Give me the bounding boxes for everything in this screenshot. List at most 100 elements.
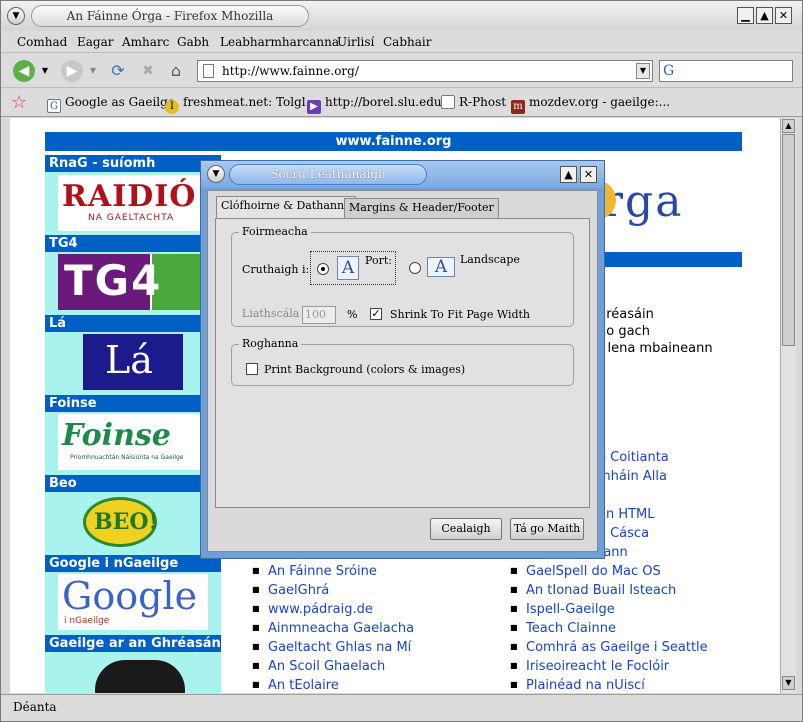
dialog-maximize-button[interactable]: ▲ [560,166,577,183]
tab-margins-header-footer[interactable]: Margins & Header/Footer [344,198,499,218]
scale-input[interactable]: 100 [302,306,336,324]
shrink-label: Shrink To Fit Page Width [390,308,531,321]
window-title: An Fáinne Órga - Firefox Mhozilla [31,5,309,27]
status-text: Déanta [13,700,57,714]
menu-amharc[interactable]: Amharc [122,35,169,49]
minimize-button[interactable]: ▁ [737,7,754,24]
dialog-close-button[interactable]: ✕ [580,166,597,183]
tab-fonts-colors[interactable]: Clófhoirne & Dathanna [216,196,356,218]
bookmark-freshmeat[interactable]: Ifreshmeat.net: Tolgl... [165,95,317,114]
bookmark-rphost[interactable]: R-Phost [441,95,506,109]
tg4-logo[interactable]: TG4 [58,254,208,310]
link-item[interactable]: GaelSpell do Mac OS [510,564,661,579]
google-search-icon[interactable]: G [663,63,674,79]
sidebar-heading-beo[interactable]: Beo [45,475,221,492]
link-item[interactable]: Iriseoireacht le Foclóir [510,659,669,674]
landscape-radio[interactable] [409,262,421,274]
landscape-label: Landscape [460,253,520,266]
status-bar: Déanta [1,694,802,721]
link-item[interactable]: www.pádraig.de [252,602,373,617]
link-item[interactable]: An tIonad Buail Isteach [510,583,676,598]
menu-uirlisi[interactable]: Uirlisí [337,35,374,49]
menu-comhad[interactable]: Comhad [17,35,67,49]
sidebar-heading-google[interactable]: Google i nGaeilge [45,555,221,572]
vertical-scrollbar[interactable]: ▲ ▼ [780,118,796,693]
link-fragment[interactable]: a Cásca [582,526,649,541]
link-item[interactable]: Ainmneacha Gaelacha [252,621,414,636]
bookmark-google[interactable]: G Google as Gaeilge [47,95,175,113]
link-item[interactable]: Ispell-Gaeilge [510,602,615,617]
format-group-label: Foirmeacha [239,225,311,238]
search-input[interactable]: G [659,60,793,82]
maximize-button[interactable]: ▲ [756,7,773,24]
link-fragment[interactable]: mháin Alla [582,469,667,484]
navigation-toolbar: ◀ ▼ ▶ ▼ ⟳ ✖ ⌂ http://www.fainne.org/ ▼ G [1,54,802,88]
sidebar-heading-tg4[interactable]: TG4 [45,235,221,252]
close-button[interactable]: ✕ [775,7,792,24]
link-item[interactable]: Teach Clainne [510,621,616,636]
google-logo[interactable]: Google i nGaeilge [58,574,208,630]
link-fragment[interactable]: an HTML [582,507,654,522]
scroll-up-icon[interactable]: ▲ [782,119,795,133]
mozdev-icon: m [511,100,525,114]
format-group: Foirmeacha Cruthaigh i: A Port: A Landsc… [231,225,574,327]
back-history-icon[interactable]: ▼ [39,60,51,82]
dialog-title: Socrú Leathanaigh [229,164,427,185]
sidebar-heading-foinse[interactable]: Foinse [45,395,221,412]
google-icon: G [47,99,61,113]
print-background-label: Print Background (colors & images) [264,363,466,376]
bookmarks-star-icon[interactable]: ☆ [11,92,27,113]
link-item[interactable]: Comhrá as Gaeilge i Seattle [510,640,708,655]
portrait-radio[interactable] [317,263,329,275]
dialog-body: Clófhoirne & Dathanna Margins & Header/F… [207,190,598,552]
link-fragment[interactable]: e Coitianta [582,450,669,465]
link-item[interactable]: Plainéad na nUiscí [510,678,645,693]
bookmark-borel[interactable]: ▶ http://borel.slu.edu/ [307,95,446,114]
url-dropdown-icon[interactable]: ▼ [636,63,650,79]
link-item[interactable]: An tEolaire [252,678,339,693]
shrink-checkbox[interactable]: ✓ [370,308,382,320]
intro-text: do gach [598,324,650,339]
url-input[interactable]: http://www.fainne.org/ ▼ [197,60,653,82]
scroll-down-icon[interactable]: ▼ [782,676,795,690]
cancel-button[interactable]: Cealaigh [430,518,502,540]
sidebar-heading-rnag[interactable]: RnaG - suíomh [45,155,221,172]
ok-button[interactable]: Tá go Maith [510,518,584,540]
la-logo[interactable]: Lá [83,334,183,390]
link-item[interactable]: An Fáinne Sróine [252,564,377,579]
link-item[interactable]: An Scoil Ghaelach [252,659,385,674]
page-icon [203,64,214,78]
menu-cabhair[interactable]: Cabhair [383,35,431,49]
portrait-label: Port: [365,254,392,267]
url-text: http://www.fainne.org/ [222,64,359,78]
dialog-menu-icon[interactable]: ▼ [207,165,225,183]
sidebar-heading-gaeilge[interactable]: Gaeilge ar an Ghréasán [45,635,221,652]
bookmark-mozdev[interactable]: m mozdev.org - gaeilge:... [511,95,670,114]
site-header: www.fainne.org [45,132,742,151]
sidebar: RnaG - suíomh RAIDIÓ NA GAELTACHTA TG4 T… [45,155,221,693]
forward-icon[interactable]: ▶ [61,60,83,82]
link-item[interactable]: Gaeltacht Ghlas na Mí [252,640,411,655]
intro-text: r lena mbaineann [598,341,713,356]
bookmarks-toolbar: ☆ G Google as Gaeilge Ifreshmeat.net: Tol… [1,89,802,117]
portrait-option[interactable]: A Port: [310,251,396,285]
scrollbar-thumb[interactable] [782,134,795,346]
print-background-checkbox[interactable] [246,363,258,375]
orientation-label: Cruthaigh i: [242,263,310,276]
stop-icon[interactable]: ✖ [137,60,159,82]
forward-history-icon[interactable]: ▼ [87,60,99,82]
menu-leabharmharcanna[interactable]: Leabharmharcanna [220,35,339,49]
reload-icon[interactable]: ⟳ [107,60,129,82]
beo-logo[interactable]: BEO! [83,497,158,547]
foinse-logo[interactable]: Foinse Príomhnuachtán Náisiúnta na Gaeil… [58,414,208,470]
link-item[interactable]: GaelGhrá [252,583,329,598]
menu-gabh[interactable]: Gabh [177,35,209,49]
home-icon[interactable]: ⌂ [165,60,187,82]
rnag-logo[interactable]: RAIDIÓ NA GAELTACHTA [58,175,208,231]
menu-eagar[interactable]: Eagar [77,35,114,49]
back-icon[interactable]: ◀ [13,60,35,82]
scale-label: Liathscála [242,307,300,320]
dialog-title-bar[interactable]: ▼ Socrú Leathanaigh ▲ ✕ [201,161,604,188]
sidebar-heading-la[interactable]: Lá [45,315,221,332]
window-menu-icon[interactable]: ▼ [7,7,25,25]
